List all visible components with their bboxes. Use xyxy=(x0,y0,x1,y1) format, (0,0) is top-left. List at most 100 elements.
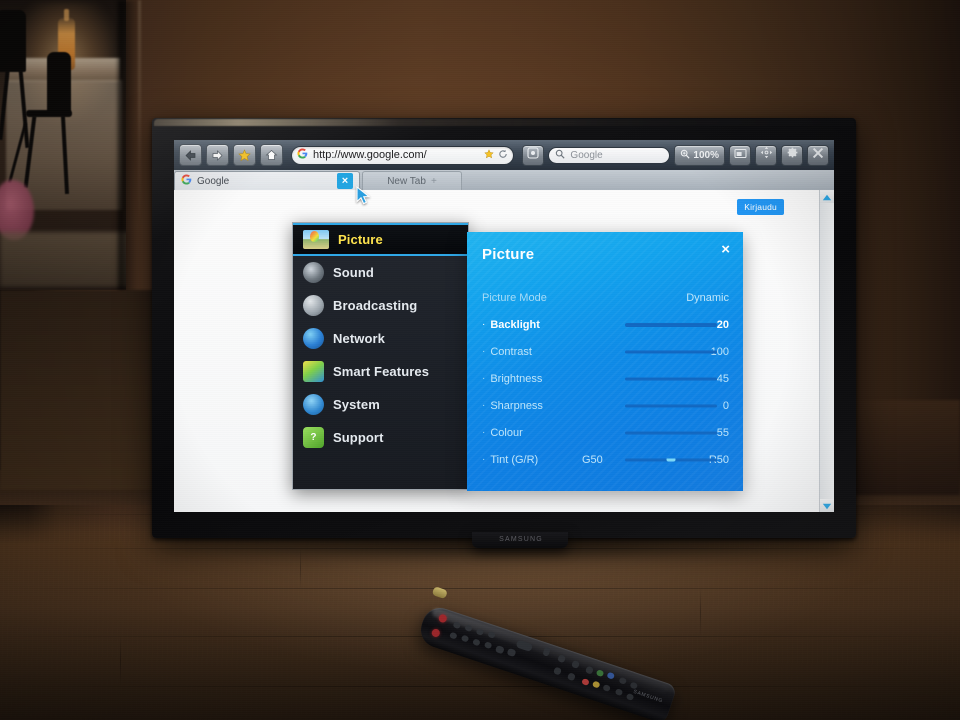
back-button[interactable] xyxy=(179,144,202,166)
picture-settings-panel: Picture × Picture Mode Dynamic · Backlig… xyxy=(467,232,743,491)
bullet-marker: · xyxy=(482,427,486,438)
bullet-marker: · xyxy=(482,400,486,411)
pan-move-icon xyxy=(760,146,773,164)
address-bar[interactable]: http://www.google.com/ xyxy=(291,145,515,165)
home-icon xyxy=(265,149,278,161)
plus-icon[interactable]: + xyxy=(431,176,437,187)
tab-label: New Tab xyxy=(387,175,426,187)
close-browser-button[interactable] xyxy=(807,144,829,166)
row-label: Brightness xyxy=(490,372,543,385)
slider-sharpness[interactable] xyxy=(625,404,717,407)
mouse-cursor xyxy=(356,185,372,206)
tab-close-button[interactable]: × xyxy=(337,173,353,189)
row-colour[interactable]: · Colour 55 xyxy=(467,419,743,446)
reload-icon[interactable] xyxy=(498,146,508,164)
browser-window: http://www.google.com/ Google 100% Googl… xyxy=(174,140,834,512)
widgets-icon xyxy=(527,146,539,164)
floor-left-area xyxy=(0,290,170,490)
scrollbar-track[interactable] xyxy=(820,203,834,499)
tab-new-tab[interactable]: New Tab + xyxy=(362,171,462,190)
panel-close-button[interactable]: × xyxy=(721,242,730,257)
menu-item-label: Network xyxy=(333,331,385,346)
slider-brightness[interactable] xyxy=(625,377,717,380)
scroll-down-button[interactable] xyxy=(820,499,834,512)
row-brightness[interactable]: · Brightness 45 xyxy=(467,365,743,392)
row-label: Contrast xyxy=(490,345,532,358)
row-picture-mode[interactable]: Picture Mode Dynamic xyxy=(467,284,743,311)
slider-backlight[interactable] xyxy=(625,322,717,327)
browser-toolbar: http://www.google.com/ Google 100% xyxy=(174,140,834,170)
menu-item-label: System xyxy=(333,397,380,412)
network-icon xyxy=(303,328,324,349)
menu-item-sound[interactable]: Sound xyxy=(293,256,468,289)
menu-item-label: Picture xyxy=(338,232,383,247)
row-contrast[interactable]: · Contrast 100 xyxy=(467,338,743,365)
window-mode-button[interactable] xyxy=(729,144,751,166)
row-tint[interactable]: · Tint (G/R) G50 R50 xyxy=(467,446,743,473)
row-label: Colour xyxy=(490,426,523,439)
row-label: Sharpness xyxy=(490,399,543,412)
star-icon[interactable] xyxy=(484,146,495,164)
sound-icon xyxy=(303,262,324,283)
widgets-button[interactable] xyxy=(522,144,545,166)
slider-tint[interactable] xyxy=(625,458,717,461)
tab-label: Google xyxy=(197,175,230,187)
arrow-right-icon xyxy=(211,149,224,161)
address-bar-url: http://www.google.com/ xyxy=(313,149,427,161)
tab-google[interactable]: Google × xyxy=(174,171,360,190)
gear-icon xyxy=(786,146,799,164)
panel-title: Picture xyxy=(482,246,535,263)
picture-settings-rows: Picture Mode Dynamic · Backlight 20 · Co… xyxy=(467,284,743,473)
search-icon xyxy=(555,146,566,164)
menu-item-label: Broadcasting xyxy=(333,298,418,313)
zoom-icon xyxy=(680,149,691,162)
zoom-level-button[interactable]: 100% xyxy=(674,144,725,166)
floor-rug xyxy=(0,232,126,287)
row-label: Backlight xyxy=(490,318,540,331)
bullet-marker: · xyxy=(482,373,486,384)
home-button[interactable] xyxy=(260,144,283,166)
vertical-scrollbar[interactable] xyxy=(819,190,834,512)
row-label: Tint (G/R) xyxy=(490,453,539,466)
triangle-down-icon xyxy=(822,497,832,513)
picture-icon xyxy=(303,230,329,249)
row-sharpness[interactable]: · Sharpness 0 xyxy=(467,392,743,419)
tab-strip: Google × New Tab + xyxy=(174,170,834,190)
google-g-icon xyxy=(297,146,308,164)
star-icon xyxy=(238,148,251,162)
search-input[interactable]: Google xyxy=(548,146,671,164)
smart-features-icon xyxy=(303,361,324,382)
support-icon: ? xyxy=(303,427,324,448)
tv-brand-logo: SAMSUNG xyxy=(499,536,543,543)
slider-knob xyxy=(666,458,676,461)
slider-colour[interactable] xyxy=(625,431,717,434)
background-doorway xyxy=(0,0,126,290)
settings-button[interactable] xyxy=(781,144,803,166)
tv-settings-menu: Picture Sound Broadcasting Network Smart… xyxy=(292,222,469,490)
chair-back-right xyxy=(47,52,71,114)
menu-item-smart-features[interactable]: Smart Features xyxy=(293,355,468,388)
photo-scene: http://www.google.com/ Google 100% Googl… xyxy=(0,0,960,720)
window-mode-icon xyxy=(733,146,747,164)
google-signin-button[interactable]: Kirjaudu xyxy=(737,199,784,215)
wall-edge-shadow xyxy=(118,0,138,300)
pan-move-button[interactable] xyxy=(755,144,777,166)
television: http://www.google.com/ Google 100% Googl… xyxy=(152,118,856,548)
bullet-marker: · xyxy=(482,319,486,330)
menu-item-system[interactable]: System xyxy=(293,388,468,421)
tint-left-value: G50 xyxy=(582,453,603,466)
forward-button[interactable] xyxy=(206,144,229,166)
system-icon xyxy=(303,394,324,415)
menu-item-network[interactable]: Network xyxy=(293,322,468,355)
menu-item-label: Sound xyxy=(333,265,374,280)
slider-contrast[interactable] xyxy=(625,350,717,353)
bookmarks-button[interactable] xyxy=(233,144,256,166)
menu-item-picture[interactable]: Picture xyxy=(293,223,468,256)
close-x-icon xyxy=(812,146,824,164)
menu-item-support[interactable]: ? Support xyxy=(293,421,468,454)
row-backlight[interactable]: · Backlight 20 xyxy=(467,311,743,338)
menu-item-broadcasting[interactable]: Broadcasting xyxy=(293,289,468,322)
scroll-up-button[interactable] xyxy=(820,190,834,203)
arrow-left-icon xyxy=(184,149,197,161)
chair-back-left xyxy=(0,10,26,72)
